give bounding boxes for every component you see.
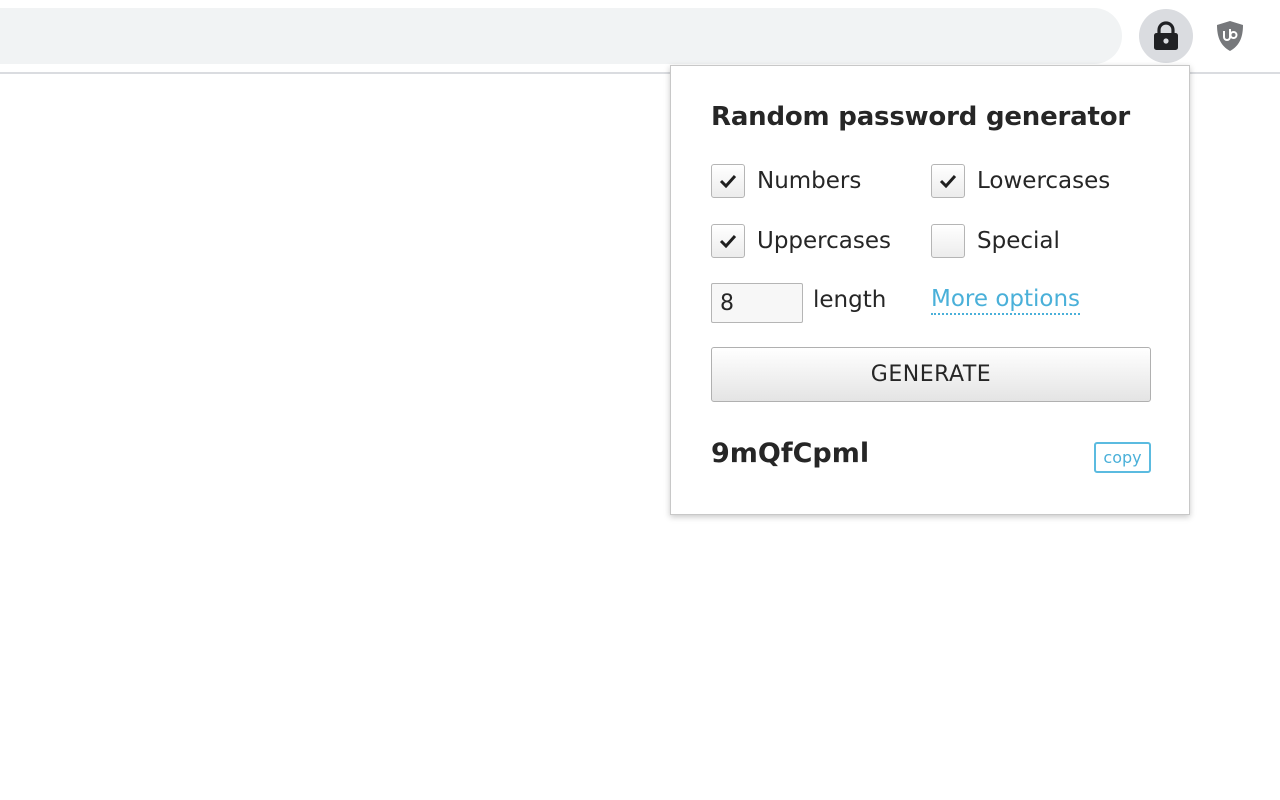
option-uppercases[interactable]: Uppercases [711, 223, 891, 259]
ublock-extension-button[interactable] [1203, 9, 1257, 63]
option-numbers[interactable]: Numbers [711, 163, 861, 199]
address-bar[interactable] [0, 8, 1122, 64]
uppercases-label: Uppercases [757, 228, 891, 254]
checkmark-icon [719, 174, 737, 188]
generated-password: 9mQfCpml [711, 438, 870, 469]
option-special[interactable]: Special [931, 223, 1060, 259]
more-options-link[interactable]: More options [931, 285, 1081, 315]
generate-button[interactable]: GENERATE [711, 347, 1151, 402]
browser-toolbar [0, 0, 1280, 74]
special-label: Special [977, 228, 1060, 254]
length-label: length [813, 287, 887, 313]
popup-title: Random password generator [711, 102, 1131, 132]
numbers-checkbox[interactable] [711, 164, 745, 198]
ublock-shield-icon [1217, 21, 1243, 51]
checkmark-icon [719, 234, 737, 248]
special-checkbox[interactable] [931, 224, 965, 258]
option-lowercases[interactable]: Lowercases [931, 163, 1110, 199]
checkmark-icon [939, 174, 957, 188]
lock-icon [1154, 21, 1178, 50]
length-input[interactable] [711, 283, 803, 323]
numbers-label: Numbers [757, 168, 862, 194]
password-generator-extension-button[interactable] [1139, 9, 1193, 63]
password-generator-popup: Random password generator Numbers Lowerc… [670, 65, 1190, 515]
lowercases-label: Lowercases [977, 168, 1111, 194]
copy-button[interactable]: copy [1094, 442, 1151, 473]
uppercases-checkbox[interactable] [711, 224, 745, 258]
lowercases-checkbox[interactable] [931, 164, 965, 198]
